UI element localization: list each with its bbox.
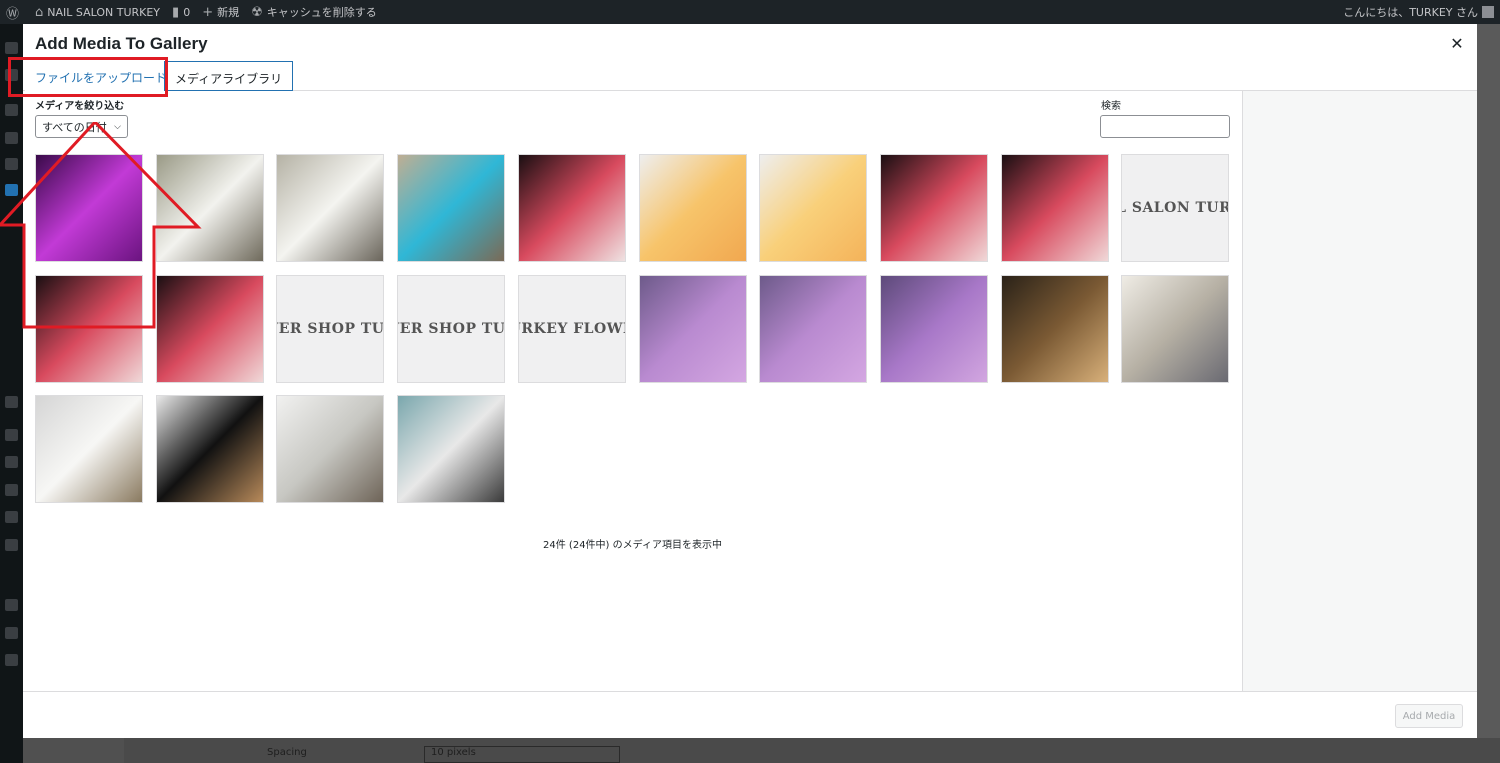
add-media-button[interactable]: Add Media <box>1395 704 1463 728</box>
account-link[interactable]: こんにちは、TURKEY さん <box>1343 4 1500 20</box>
filter-label: メディアを絞り込む <box>35 101 125 112</box>
comment-icon: ▮ <box>172 4 180 20</box>
comments-menu-icon <box>5 158 18 170</box>
dashboard-icon <box>5 42 18 54</box>
gallery-menu-icon <box>5 184 18 196</box>
site-name-link[interactable]: ⌂ NAIL SALON TURKEY <box>29 0 166 24</box>
site-name: NAIL SALON TURKEY <box>47 5 161 19</box>
home-icon: ⌂ <box>35 4 44 20</box>
settings-icon <box>5 511 18 523</box>
avatar <box>1482 6 1494 18</box>
media-thumbnail[interactable] <box>397 395 505 503</box>
shortcode-icon <box>5 539 18 551</box>
media-thumbnail[interactable] <box>1001 275 1109 383</box>
spacing-value: 10 pixels <box>431 747 476 758</box>
media-thumbnail[interactable] <box>1121 275 1229 383</box>
media-thumbnail[interactable] <box>276 395 384 503</box>
close-button[interactable]: ✕ <box>1449 34 1465 53</box>
date-filter-value: すべての日付 <box>42 120 107 134</box>
media-thumbnail[interactable] <box>156 395 264 503</box>
media-thumbnail[interactable] <box>156 154 264 262</box>
media-thumbnail[interactable] <box>880 154 988 262</box>
modal-title: Add Media To Gallery <box>35 34 208 53</box>
gallery-settings-strip: Spacing 10 pixels <box>124 738 1500 763</box>
plus-icon: + <box>202 4 214 20</box>
media-thumbnail[interactable]: FLOWER SHOP TURKEY <box>397 275 505 383</box>
date-filter-select[interactable]: すべての日付 ⌵ <box>35 115 128 138</box>
media-thumbnail[interactable] <box>759 275 867 383</box>
blocks-icon <box>5 599 18 611</box>
media-thumbnail[interactable] <box>35 154 143 262</box>
pages-icon <box>5 132 18 144</box>
thumbnail-logo-text: TURKEY FLOWER <box>519 321 625 337</box>
router-tabs: ファイルをアップロード メディアライブラリ <box>23 61 1477 91</box>
media-thumbnail[interactable] <box>639 154 747 262</box>
media-modal: Add Media To Gallery ✕ ファイルをアップロード メディアラ… <box>0 24 1477 738</box>
media-thumbnail[interactable] <box>397 154 505 262</box>
media-thumbnail[interactable]: TURKEY FLOWER <box>518 275 626 383</box>
media-thumbnail[interactable]: FLOWER SHOP TURKEY <box>276 275 384 383</box>
thumbnail-logo-text: FLOWER SHOP TURKEY <box>398 321 505 337</box>
search-input[interactable] <box>1100 115 1230 138</box>
admin-sidebar <box>0 24 23 763</box>
thumbnail-logo-text: NAIL SALON TURKEY <box>1122 200 1229 216</box>
comments-count: 0 <box>183 5 191 19</box>
media-thumbnail[interactable]: NAIL SALON TURKEY <box>1121 154 1229 262</box>
new-label: 新規 <box>217 6 240 19</box>
ninja-icon <box>5 627 18 639</box>
media-thumbnail[interactable] <box>1001 154 1109 262</box>
chevron-down-icon: ⌵ <box>114 121 121 132</box>
admin-bar: Ⓦ ⌂ NAIL SALON TURKEY ▮ 0 + 新規 ☢ キャッシュを削除する … <box>0 0 1500 24</box>
wp-logo-icon[interactable]: Ⓦ <box>0 0 29 24</box>
tab-media-library[interactable]: メディアライブラリ <box>164 61 294 91</box>
users-icon <box>5 456 18 468</box>
page-background-right <box>1477 24 1500 763</box>
media-thumbnail[interactable] <box>639 275 747 383</box>
media-thumbnail[interactable] <box>35 395 143 503</box>
media-count-text: 24件 (24件中) のメディア項目を表示中 <box>543 540 722 551</box>
media-thumbnail[interactable] <box>276 154 384 262</box>
cache-label: キャッシュを削除する <box>266 6 377 19</box>
media-thumbnail[interactable] <box>518 154 626 262</box>
posts-icon <box>5 69 18 81</box>
cache-icon: ☢ <box>251 4 263 20</box>
attachment-details-sidebar <box>1242 91 1477 691</box>
appearance-icon <box>5 396 18 408</box>
media-thumbnail[interactable] <box>156 275 264 383</box>
tab-upload-files[interactable]: ファイルをアップロード <box>25 61 178 91</box>
thumbnail-logo-text: FLOWER SHOP TURKEY <box>277 321 384 337</box>
clear-cache-link[interactable]: ☢ キャッシュを削除する <box>245 0 383 24</box>
media-thumbnail[interactable] <box>35 275 143 383</box>
media-thumbnail[interactable] <box>759 154 867 262</box>
spacing-label: Spacing <box>267 747 307 758</box>
media-thumbnail[interactable] <box>880 275 988 383</box>
modal-toolbar: Add Media <box>23 691 1477 738</box>
media-icon <box>5 104 18 116</box>
new-content-link[interactable]: + 新規 <box>196 0 245 24</box>
greeting-text: こんにちは、TURKEY さん <box>1343 6 1478 19</box>
tools-icon <box>5 484 18 496</box>
comments-link[interactable]: ▮ 0 <box>166 0 196 24</box>
spacing-select[interactable]: 10 pixels <box>424 746 620 763</box>
collapse-icon <box>5 654 18 666</box>
close-icon: ✕ <box>1450 34 1464 53</box>
search-label: 検索 <box>1101 101 1121 112</box>
plugins-icon <box>5 429 18 441</box>
